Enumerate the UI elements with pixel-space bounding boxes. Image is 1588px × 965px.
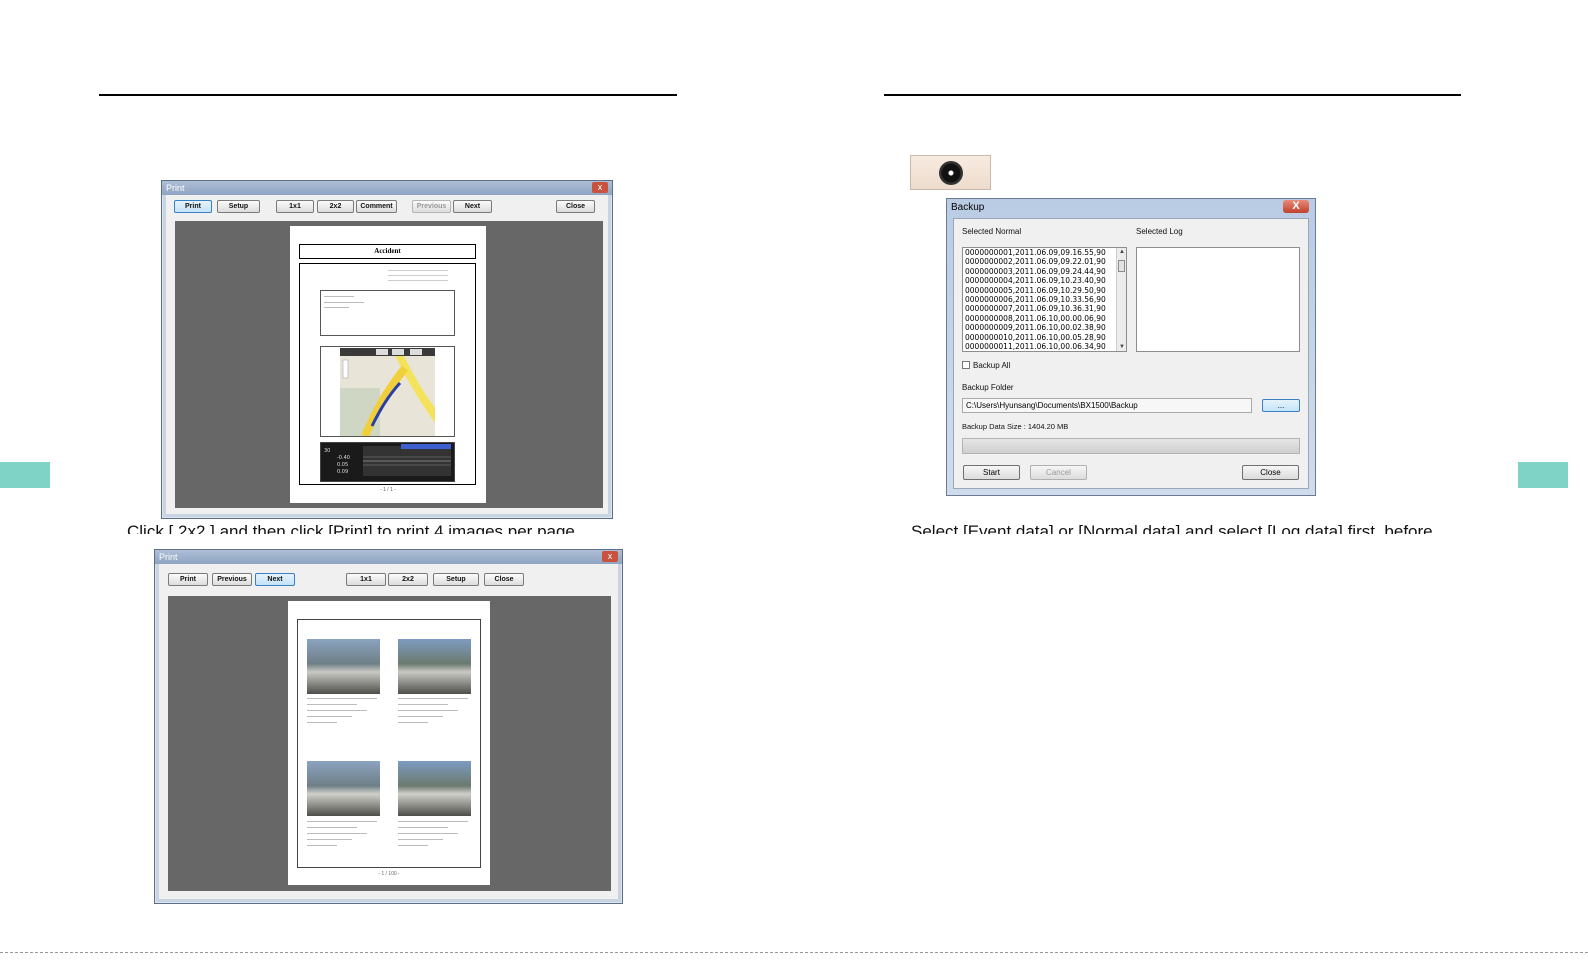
backup-all-checkbox[interactable] (962, 361, 970, 369)
list-item[interactable]: 0000000001,2011.06.09,09.16.55,90 (963, 248, 1126, 257)
backup-toolbar-button[interactable] (910, 155, 991, 190)
setup-button[interactable]: Setup (217, 200, 260, 213)
list-item[interactable]: 0000000006,2011.06.09,10.33.56,90 (963, 295, 1126, 304)
map-image (340, 348, 435, 436)
selected-normal-label: Selected Normal (962, 227, 1022, 236)
left-header-rule (99, 94, 677, 96)
window-title: Print (162, 181, 612, 195)
report-title: Accident (374, 247, 401, 255)
list-item[interactable]: 0000000005,2011.06.09,10.29.50,90 (963, 286, 1126, 295)
layout-1x1-button[interactable]: 1x1 (276, 200, 314, 213)
print-preview-area: Accident 30 -0.40 0.05 0.09 - 1 / 1 - (175, 221, 603, 508)
list-item[interactable]: 0000000002,2011.06.09,09.22.01,90 (963, 257, 1126, 266)
report-info-lines (388, 270, 448, 281)
selected-log-label: Selected Log (1136, 227, 1183, 236)
window-body: Print Previous Next 1x1 2x2 Setup Close (159, 564, 618, 899)
layout-1x1-button[interactable]: 1x1 (346, 573, 386, 586)
backup-all-label: Backup All (973, 361, 1011, 370)
page-number: - 1 / 100 - (378, 871, 400, 877)
browse-folder-button[interactable]: ... (1262, 399, 1300, 412)
backup-folder-label: Backup Folder (962, 383, 1014, 392)
report-title-box: Accident (299, 244, 476, 259)
capture-info (307, 698, 377, 723)
right-header-rule (884, 94, 1461, 96)
comment-button[interactable]: Comment (356, 200, 397, 213)
list-item[interactable]: 0000000009,2011.06.10,00.02.38,90 (963, 323, 1126, 332)
selected-normal-list[interactable]: 0000000001,2011.06.09,09.16.55,90 0000000… (962, 247, 1127, 352)
report-page: Accident 30 -0.40 0.05 0.09 - 1 / 1 - (290, 226, 486, 503)
dashboard-strip: 30 -0.40 0.05 0.09 (320, 442, 455, 482)
comment-box (320, 290, 455, 336)
svg-text:-0.40: -0.40 (337, 455, 350, 461)
right-side-tab (1518, 462, 1568, 488)
capture-image (398, 639, 471, 694)
cancel-button[interactable]: Cancel (1030, 465, 1087, 480)
layout-2x2-button[interactable]: 2x2 (388, 573, 428, 586)
capture-info (398, 698, 468, 723)
capture-image (398, 761, 471, 816)
print-window-2x2: Print x Print Previous Next 1x1 2x2 Setu… (154, 549, 623, 904)
start-button[interactable]: Start (963, 465, 1020, 480)
backup-dialog: Backup X Selected Normal Selected Log 00… (946, 198, 1316, 496)
svg-text:0.09: 0.09 (337, 469, 348, 475)
list-item[interactable]: 0000000003,2011.06.09,09.24.44,90 (963, 267, 1126, 276)
close-button[interactable]: Close (1242, 465, 1299, 480)
selected-log-list[interactable] (1136, 247, 1300, 352)
previous-button[interactable]: Previous (212, 573, 252, 586)
print-button[interactable]: Print (174, 200, 212, 213)
left-caption: Click [ 2x2 ] and then click [Print] to … (127, 522, 580, 534)
window-body: Print Setup 1x1 2x2 Comment Previous Nex… (166, 195, 608, 514)
print-button[interactable]: Print (168, 573, 208, 586)
list-scrollbar[interactable]: ▲ ▼ (1116, 248, 1126, 351)
report-content-frame: 30 -0.40 0.05 0.09 (299, 263, 476, 485)
list-item[interactable]: 0000000007,2011.06.09,10.36.31,90 (963, 304, 1126, 313)
list-item[interactable]: 0000000008,2011.06.10,00.00.06,90 (963, 314, 1126, 323)
backup-folder-field[interactable]: C:\Users\Hyunsang\Documents\BX1500\Backu… (962, 398, 1252, 413)
close-button[interactable]: Close (484, 573, 524, 586)
close-button[interactable]: Close (556, 200, 595, 213)
next-button[interactable]: Next (255, 573, 295, 586)
print-window-report: Print x Print Setup 1x1 2x2 Comment Prev… (161, 180, 613, 519)
print-preview-area: - 1 / 100 - (168, 596, 611, 891)
disc-icon (939, 161, 963, 185)
image-grid-frame (297, 619, 481, 868)
layout-2x2-button[interactable]: 2x2 (317, 200, 354, 213)
capture-image (307, 639, 380, 694)
capture-info (307, 821, 377, 846)
page-bottom-line (0, 952, 1588, 953)
window-close-button[interactable]: x (592, 182, 608, 193)
right-caption: Select [Event data] or [Normal data] and… (911, 522, 1433, 534)
svg-text:0.05: 0.05 (337, 462, 348, 468)
page-number: - 1 / 1 - (380, 487, 396, 493)
list-item[interactable]: 0000000010,2011.06.10,00.05.28,90 (963, 333, 1126, 342)
backup-data-size: Backup Data Size : 1404.20 MB (962, 422, 1069, 431)
capture-info (398, 821, 468, 846)
previous-button[interactable]: Previous (412, 200, 451, 213)
scroll-thumb[interactable] (1118, 260, 1125, 272)
capture-image (307, 761, 380, 816)
map-frame (320, 346, 455, 437)
window-close-button[interactable]: x (602, 551, 618, 562)
svg-text:30: 30 (324, 448, 330, 454)
scroll-down-icon[interactable]: ▼ (1119, 344, 1125, 350)
backup-folder-value: C:\Users\Hyunsang\Documents\BX1500\Backu… (966, 401, 1138, 410)
dialog-close-button[interactable]: X (1283, 200, 1309, 213)
dialog-body: Selected Normal Selected Log 0000000001,… (953, 218, 1309, 489)
list-item[interactable]: 0000000004,2011.06.09,10.23.40,90 (963, 276, 1126, 285)
left-side-tab (0, 462, 50, 488)
image-page: - 1 / 100 - (288, 601, 490, 885)
scroll-up-icon[interactable]: ▲ (1119, 249, 1125, 255)
dialog-title: Backup (951, 202, 985, 213)
dashboard-graph: 30 -0.40 0.05 0.09 (324, 444, 451, 476)
backup-progress-bar (962, 438, 1300, 454)
window-title: Print (155, 550, 622, 564)
setup-button[interactable]: Setup (433, 573, 479, 586)
list-item[interactable]: 0000000011,2011.06.10,00.06.34,90 (963, 342, 1126, 351)
next-button[interactable]: Next (453, 200, 492, 213)
